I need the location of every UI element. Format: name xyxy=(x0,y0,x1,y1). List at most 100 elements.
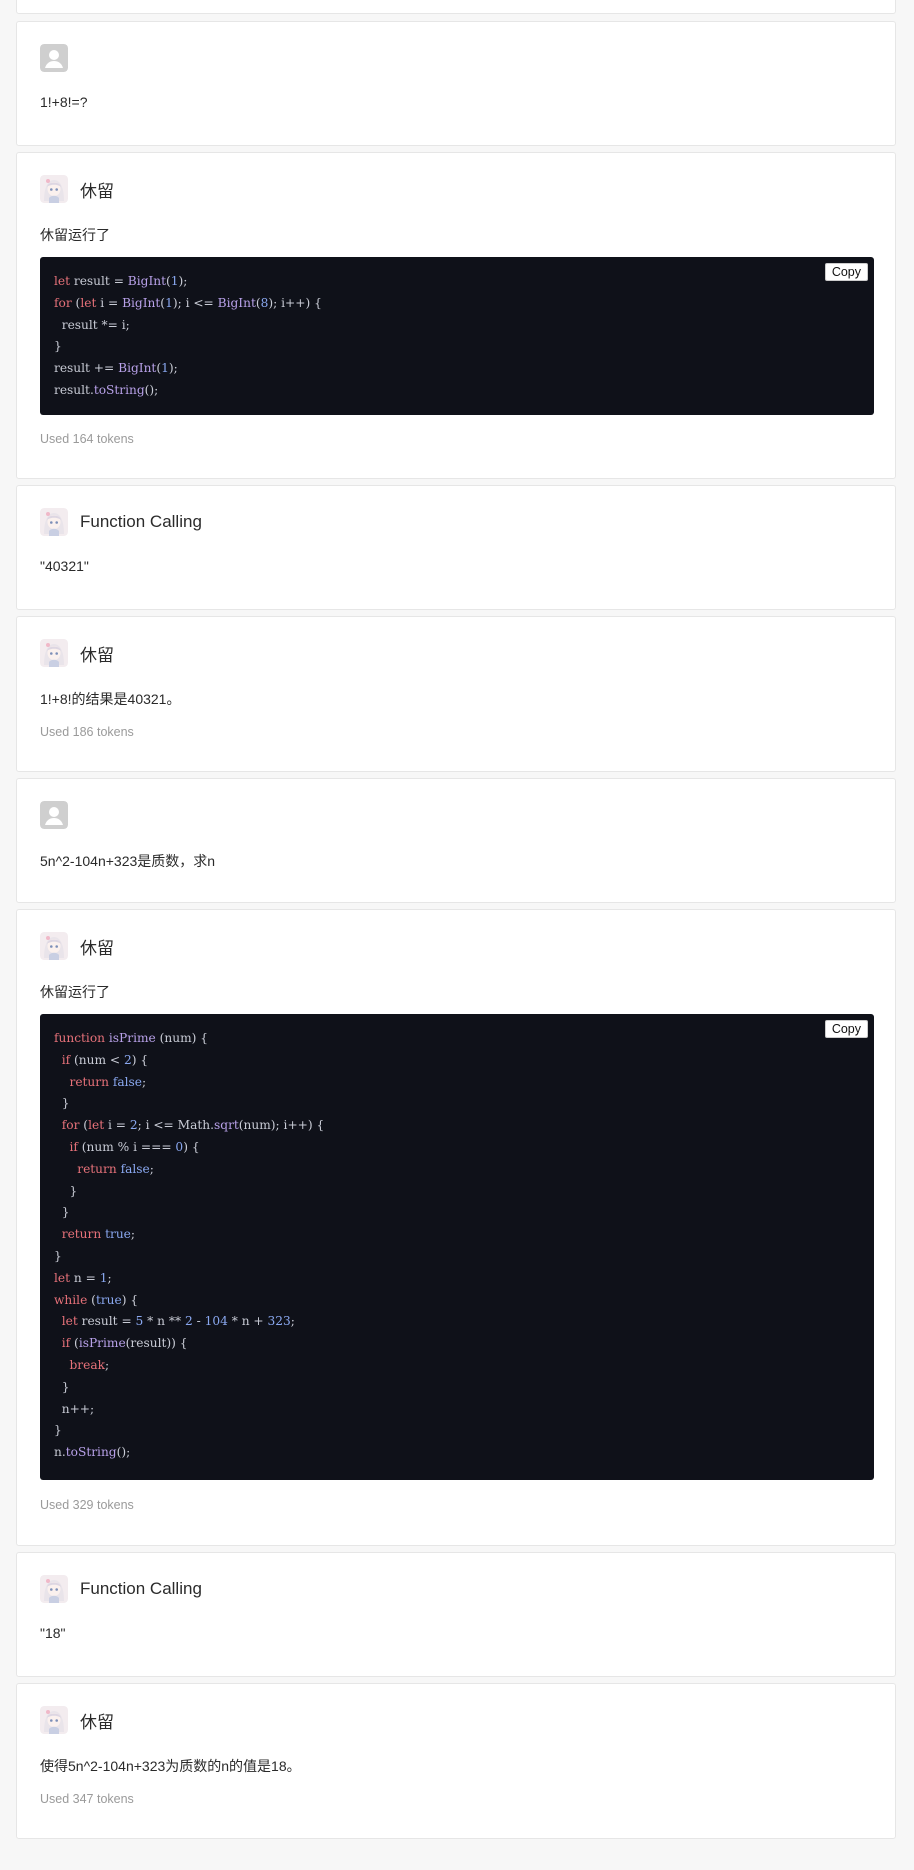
bot-avatar-icon xyxy=(40,1575,68,1603)
user-avatar-icon xyxy=(40,801,68,829)
code-token: i = xyxy=(104,1118,130,1133)
message-card-user: 5n^2-104n+323是质数，求n xyxy=(16,778,896,903)
sender-name: Function Calling xyxy=(80,1579,202,1598)
token-usage: Used 164 tokens xyxy=(40,432,134,446)
code-token: true xyxy=(105,1227,131,1242)
code-token: ; xyxy=(149,1161,154,1176)
code-token: toString xyxy=(65,1445,117,1460)
bot-avatar-icon xyxy=(40,639,68,667)
code-token: result += xyxy=(54,361,119,376)
code-token: return xyxy=(77,1161,117,1176)
code-token: BigInt xyxy=(118,361,157,376)
code-token: function xyxy=(54,1031,106,1045)
code-token: ) { xyxy=(183,1139,200,1154)
code-token: false xyxy=(112,1074,142,1089)
code-token: 2 xyxy=(184,1314,193,1329)
message-header: 休留 xyxy=(40,1705,114,1735)
code-token: } xyxy=(54,1423,62,1438)
code-token: BigInt xyxy=(127,274,167,288)
code-token: 2 xyxy=(124,1052,132,1067)
code-token: ); i <= xyxy=(172,295,218,310)
code-token: result = xyxy=(70,274,128,288)
code-line: if (num < 2) { xyxy=(54,1050,860,1072)
code-token: toString xyxy=(93,382,145,397)
sender-name: 休留 xyxy=(80,938,114,958)
code-token: ; xyxy=(130,1227,135,1242)
bot-avatar-icon xyxy=(40,508,68,536)
code-token: ; xyxy=(290,1314,295,1329)
code-line: for (let i = BigInt(1); i <= BigInt(8); … xyxy=(54,293,860,315)
code-token: true xyxy=(95,1292,122,1307)
message-header: Function Calling xyxy=(40,1574,202,1604)
code-line: if (isPrime(result)) { xyxy=(54,1333,860,1355)
code-token: (num % i === xyxy=(77,1139,176,1154)
message-header: 休留 xyxy=(40,174,114,204)
code-line: n++; xyxy=(54,1399,860,1421)
message-header xyxy=(40,43,68,73)
code-token: ; xyxy=(107,1270,112,1285)
code-token: let xyxy=(54,1270,71,1285)
code-line: while (true) { xyxy=(54,1290,860,1312)
code-token: result = xyxy=(77,1314,136,1329)
code-token: ); xyxy=(168,361,178,376)
code-token: while xyxy=(54,1292,88,1307)
code-token: } xyxy=(54,1183,78,1198)
code-token: 2 xyxy=(129,1118,138,1133)
code-token: if xyxy=(69,1139,78,1154)
code-token: n. xyxy=(54,1445,66,1460)
code-token: false xyxy=(120,1161,150,1176)
code-line: } xyxy=(54,336,860,358)
token-usage: Used 329 tokens xyxy=(40,1498,134,1512)
code-token: result. xyxy=(54,382,94,397)
code-token: break xyxy=(69,1357,106,1372)
copy-button[interactable]: Copy xyxy=(824,1020,868,1038)
code-token: ; xyxy=(105,1357,110,1372)
code-token: 1 xyxy=(170,274,179,288)
message-header: 休留 xyxy=(40,638,114,668)
code-token: BigInt xyxy=(122,295,161,310)
code-token: (num) { xyxy=(155,1031,209,1045)
code-token: - xyxy=(192,1314,205,1329)
code-line: result *= i; xyxy=(54,315,860,337)
code-token: (); xyxy=(144,382,159,397)
code-token: ) { xyxy=(121,1292,139,1307)
code-token: for xyxy=(54,295,72,310)
code-token: BigInt xyxy=(217,295,256,310)
message-text: 1!+8!=? xyxy=(40,94,88,110)
code-token: } xyxy=(54,1096,70,1111)
code-token: let xyxy=(54,274,71,288)
code-token: } xyxy=(54,1205,70,1220)
code-token: isPrime xyxy=(108,1031,156,1045)
message-card-bot: 休留 使得5n^2-104n+323为质数的n的值是18。 Used 347 t… xyxy=(16,1683,896,1839)
message-card-partial xyxy=(16,0,896,14)
code-token: ( xyxy=(87,1292,96,1307)
code-token: if xyxy=(61,1336,71,1351)
code-token: 1 xyxy=(161,361,169,376)
user-avatar-icon xyxy=(40,44,68,72)
code-line: } xyxy=(54,1181,860,1203)
code-line: for (let i = 2; i <= Math.sqrt(num); i++… xyxy=(54,1115,860,1137)
message-text: 1!+8!的结果是40321。 xyxy=(40,691,181,707)
code-line: } xyxy=(54,1093,860,1115)
code-token: ); xyxy=(178,274,188,288)
code-line: return false; xyxy=(54,1159,860,1181)
code-token: } xyxy=(54,1379,70,1394)
code-line: } xyxy=(54,1202,860,1224)
code-line: } xyxy=(54,1246,860,1268)
code-token: ( xyxy=(79,1118,89,1133)
code-line: break; xyxy=(54,1355,860,1377)
code-token: if xyxy=(61,1052,71,1067)
copy-button[interactable]: Copy xyxy=(824,263,868,281)
code-token: (result)) { xyxy=(125,1336,188,1351)
message-card-bot: 休留 1!+8!的结果是40321。 Used 186 tokens xyxy=(16,616,896,772)
code-token: ( xyxy=(70,1336,79,1351)
message-text: 休留运行了 xyxy=(40,227,110,243)
code-token: 104 xyxy=(204,1314,228,1329)
sender-name: Function Calling xyxy=(80,512,202,531)
message-card-user: 1!+8!=? xyxy=(16,21,896,146)
